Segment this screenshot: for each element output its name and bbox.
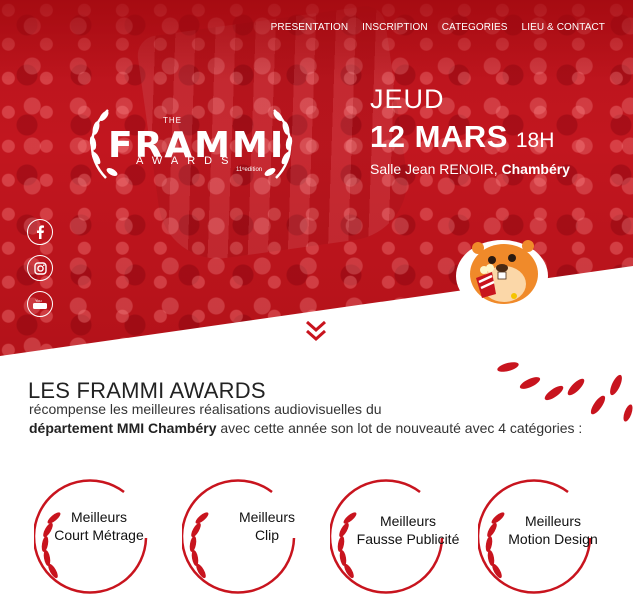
category-line-2: Clip <box>254 527 280 543</box>
instagram-icon[interactable] <box>27 255 53 281</box>
nav-categories[interactable]: CATEGORIES <box>442 22 508 33</box>
category-motion-design[interactable]: Meilleurs Motion Design <box>478 478 608 608</box>
nav-presentation[interactable]: PRESENTATION <box>271 22 349 33</box>
category-line-1: Meilleurs <box>238 509 295 525</box>
main-nav: PRESENTATION INSCRIPTION CATEGORIES LIEU… <box>271 22 605 33</box>
event-day: JEUD <box>370 84 445 114</box>
logo-awards: AWARDS <box>136 155 238 167</box>
scroll-down-chevron-icon[interactable] <box>302 318 330 344</box>
department-name: département MMI Chambéry <box>29 420 217 436</box>
venue-name: Salle Jean RENOIR, <box>370 161 498 177</box>
event-date-row: 12 MARS 18H <box>370 119 570 155</box>
category-label: Meilleurs Motion Design <box>488 512 618 548</box>
youtube-icon[interactable]: You <box>27 291 53 317</box>
hero-shade <box>0 0 633 80</box>
logo-the: THE <box>163 116 182 125</box>
description-rest: avec cette année son lot de nouveauté av… <box>216 420 583 436</box>
facebook-icon[interactable] <box>27 219 53 245</box>
description-line-1: récompense les meilleures réalisations a… <box>29 401 382 417</box>
category-court-metrage[interactable]: Meilleurs Court Métrage <box>34 478 164 608</box>
category-clip[interactable]: Meilleurs Clip <box>182 478 312 608</box>
category-fausse-publicite[interactable]: Meilleurs Fausse Publicité <box>330 478 460 608</box>
section-description: récompense les meilleures réalisations a… <box>29 400 609 438</box>
category-label: Meilleurs Court Métrage <box>34 508 164 544</box>
category-line-2: Court Métrage <box>54 527 144 543</box>
event-info: JEUD 12 MARS 18H Salle Jean RENOIR, Chamb… <box>370 84 570 177</box>
category-line-1: Meilleurs <box>524 513 581 529</box>
event-venue: Salle Jean RENOIR, Chambéry <box>370 161 570 177</box>
category-line-2: Fausse Publicité <box>356 531 460 547</box>
category-line-2: Motion Design <box>508 531 598 547</box>
logo-edition: 11ᵉedition <box>236 167 263 173</box>
venue-city: Chambéry <box>501 161 570 177</box>
frammi-logo[interactable]: THE FRAMMI AWARDS 11ᵉedition <box>86 98 296 188</box>
nav-inscription[interactable]: INSCRIPTION <box>362 22 428 33</box>
category-label: Meilleurs Fausse Publicité <box>343 512 473 548</box>
nav-lieu-contact[interactable]: LIEU & CONTACT <box>522 22 605 33</box>
event-hour: 18H <box>515 129 555 152</box>
category-line-1: Meilleurs <box>70 509 127 525</box>
description-line-2: département MMI Chambéry avec cette anné… <box>29 419 609 438</box>
event-date: 12 MARS <box>370 119 508 154</box>
category-label: Meilleurs Clip <box>202 508 332 544</box>
category-line-1: Meilleurs <box>379 513 436 529</box>
beaver-mascot <box>456 240 548 312</box>
svg-text:You: You <box>35 298 42 303</box>
